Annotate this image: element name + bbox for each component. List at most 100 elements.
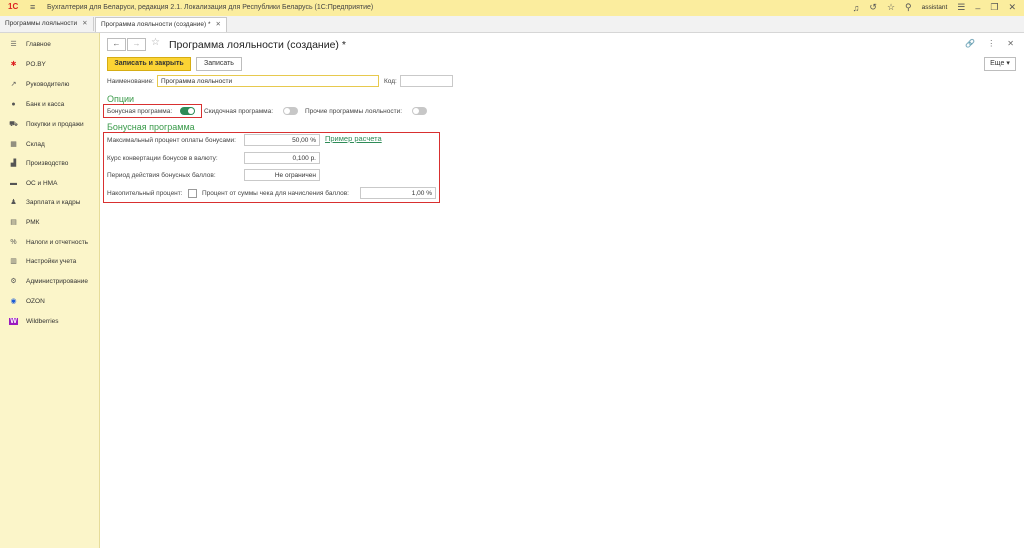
more-vertical-icon[interactable]: ⋮ — [987, 39, 995, 48]
sidebar-item-wildberries[interactable]: W Wildberries — [0, 315, 99, 327]
warehouse-icon: ▦ — [10, 141, 17, 148]
back-button[interactable]: ← — [107, 38, 126, 51]
check-percent-label: Процент от суммы чека для начисления бал… — [202, 190, 349, 197]
tab-loyalty-programs[interactable]: Программы лояльности ✕ — [0, 17, 94, 31]
percent-icon: % — [10, 238, 17, 246]
sidebar-item-label: Покупки и продажи — [26, 120, 84, 128]
bonus-program-label: Бонусная программа: — [107, 108, 173, 115]
title-bar: 1С ≡ Бухгалтерия для Беларуси, редакция … — [0, 0, 1024, 17]
favorite-star-icon[interactable]: ☆ — [151, 37, 160, 48]
bank-icon: ● — [11, 100, 16, 108]
more-label: Еще — [990, 60, 1005, 67]
ozon-icon: ◉ — [10, 298, 17, 305]
sidebar-item-label: Склад — [26, 140, 45, 148]
example-calculation-link[interactable]: Пример расчета — [325, 134, 382, 143]
form-title: Программа лояльности (создание) * — [169, 39, 346, 51]
sidebar-item-label: Налоги и отчетность — [26, 238, 89, 246]
sidebar-item-label: Руководителю — [26, 80, 70, 88]
sidebar-item-rmk[interactable]: ▤ РМК — [0, 216, 99, 228]
sidebar-item-label: ОС и НМА — [26, 179, 58, 187]
po-icon: ✱ — [10, 61, 17, 68]
person-icon: ♟ — [10, 199, 17, 206]
close-tab-icon[interactable]: ✕ — [82, 20, 87, 27]
tab-label: Программа лояльности (создание) * — [101, 21, 211, 28]
title-bar-tools: ♫ ↺ ☆ ⚲ assistant ☰ – ❐ ✕ — [853, 2, 1016, 13]
menu-icon: ☰ — [10, 41, 17, 48]
sidebar-item-salary[interactable]: ♟ Зарплата и кадры — [0, 196, 99, 208]
close-window-icon[interactable]: ✕ — [1008, 2, 1016, 13]
sidebar-item-purchases[interactable]: ⛟ Покупки и продажи — [0, 118, 99, 130]
sidebar-item-fixed-assets[interactable]: ▬ ОС и НМА — [0, 177, 99, 189]
minimize-icon[interactable]: – — [975, 3, 980, 13]
sidebar-item-label: Зарплата и кадры — [26, 198, 81, 206]
cart-icon: ⛟ — [9, 120, 18, 128]
search-icon[interactable]: ⚲ — [905, 2, 912, 13]
history-icon[interactable]: ↺ — [869, 2, 877, 13]
document-icon: ▥ — [10, 258, 17, 265]
sidebar-item-manager[interactable]: ↗ Руководителю — [0, 78, 99, 90]
sidebar-item-main[interactable]: ☰ Главное — [0, 38, 99, 50]
conversion-label: Курс конвертации бонусов в валюту: — [107, 155, 218, 162]
bonus-program-toggle[interactable] — [180, 107, 195, 115]
bell-icon[interactable]: ♫ — [853, 3, 860, 13]
form-top-tools: 🔗 ⋮ ✕ — [965, 39, 1014, 48]
forward-button[interactable]: → — [127, 38, 146, 51]
save-and-close-button[interactable]: Записать и закрыть — [107, 57, 191, 71]
restore-icon[interactable]: ❐ — [990, 2, 998, 13]
options-header: Опции — [107, 94, 135, 104]
conversion-rate-field[interactable]: 0,100 р. — [244, 152, 320, 164]
sidebar-item-bank[interactable]: ● Банк и касса — [0, 98, 99, 110]
save-button[interactable]: Записать — [196, 57, 242, 71]
other-programs-toggle[interactable] — [412, 107, 427, 115]
truck-icon: ▬ — [10, 179, 17, 187]
sidebar-item-label: Главное — [26, 40, 51, 48]
factory-icon: ▟ — [10, 160, 17, 167]
main-menu-icon[interactable]: ≡ — [30, 2, 35, 12]
sidebar-item-label: РМК — [26, 218, 40, 226]
sidebar-item-label: Wildberries — [26, 317, 59, 325]
name-field[interactable]: Программа лояльности — [157, 75, 379, 87]
sidebar-item-warehouse[interactable]: ▦ Склад — [0, 138, 99, 150]
check-percent-field[interactable]: 1,00 % — [360, 187, 436, 199]
discount-program-label: Скидочная программа: — [204, 108, 274, 115]
tab-loyalty-program-create[interactable]: Программа лояльности (создание) * ✕ — [95, 17, 227, 32]
sidebar: ☰ Главное ✱ PO.BY ↗ Руководителю ● Банк и ка… — [0, 33, 100, 548]
sidebar-item-production[interactable]: ▟ Производство — [0, 157, 99, 169]
user-name[interactable]: assistant — [922, 4, 948, 11]
close-tab-icon[interactable]: ✕ — [216, 21, 221, 28]
sidebar-item-taxes[interactable]: % Налоги и отчетность — [0, 236, 99, 248]
name-label: Наименование: — [107, 78, 154, 85]
link-icon[interactable]: 🔗 — [965, 39, 975, 48]
sidebar-item-label: Производство — [26, 159, 69, 167]
1c-logo: 1С — [8, 2, 19, 11]
tab-label: Программы лояльности — [5, 20, 78, 27]
sidebar-item-settings[interactable]: ▥ Настройки учета — [0, 255, 99, 267]
sidebar-item-po-by[interactable]: ✱ PO.BY — [0, 58, 99, 70]
sidebar-item-ozon[interactable]: ◉ OZON — [0, 295, 99, 307]
favorites-star-icon[interactable]: ☆ — [887, 2, 895, 13]
cumulative-label: Накопительный процент: — [107, 190, 183, 197]
tab-bar: Программы лояльности ✕ Программа лояльнос… — [0, 16, 1024, 33]
chart-line-icon: ↗ — [10, 81, 17, 88]
sidebar-item-admin[interactable]: ⚙ Администрирование — [0, 275, 99, 287]
sidebar-item-label: OZON — [26, 297, 45, 305]
cumulative-checkbox[interactable] — [188, 189, 197, 198]
more-button[interactable]: Еще ▾ — [984, 57, 1016, 71]
max-percent-field[interactable]: 50,00 % — [244, 134, 320, 146]
sidebar-item-label: Настройки учета — [26, 257, 77, 265]
sidebar-item-label: PO.BY — [26, 60, 46, 68]
max-percent-label: Максимальный процент оплаты бонусами: — [107, 137, 236, 144]
app-title: Бухгалтерия для Беларуси, редакция 2.1. … — [47, 4, 374, 11]
sidebar-item-label: Банк и касса — [26, 100, 65, 108]
other-programs-label: Прочие программы лояльности: — [305, 108, 403, 115]
bonus-section-header: Бонусная программа — [107, 122, 195, 132]
settings-menu-icon[interactable]: ☰ — [957, 2, 965, 13]
period-field[interactable]: Не ограничен — [244, 169, 320, 181]
discount-program-toggle[interactable] — [283, 107, 298, 115]
form-area: ← → ☆ Программа лояльности (создание) * … — [100, 33, 1024, 548]
wildberries-icon: W — [9, 317, 18, 325]
register-icon: ▤ — [10, 219, 17, 226]
close-form-icon[interactable]: ✕ — [1007, 39, 1014, 48]
code-field[interactable] — [400, 75, 453, 87]
sidebar-item-label: Администрирование — [26, 277, 88, 285]
